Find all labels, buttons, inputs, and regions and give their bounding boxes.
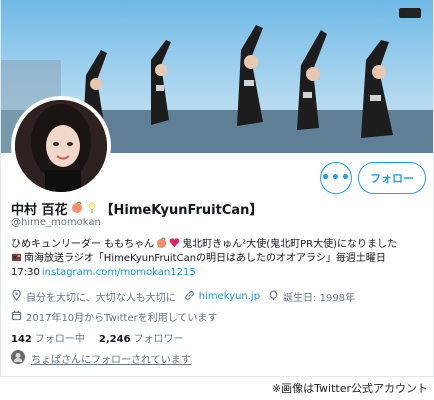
follower-avatar-icon [11,350,25,367]
heart-emoji [169,237,180,253]
bio-text-1: ひめキュンリーダー ももちゃん [11,239,155,250]
location-text: 自分を大切に、大切な人も大切に [26,292,176,304]
following-count: 142 [11,334,32,345]
more-options-button[interactable]: ••• [320,162,352,194]
profile-meta: 自分を大切に、大切な人も大切に himekyun.jp 誕生日: 1998年 2… [11,288,355,328]
profile-avatar[interactable] [11,96,111,196]
profile-handle: @hime_momokan [11,217,101,228]
peach-emoji [71,200,83,217]
link-icon [184,290,195,302]
followed-by-text: ちょぱさんにフォローされています [31,355,191,366]
profile-card: ••• フォロー 中村 百花 【HimeKyunFruitCan】 @hime_… [0,0,434,377]
balloon-icon [268,290,279,302]
website-link[interactable]: himekyun.jp [199,291,260,302]
calendar-icon [11,310,22,322]
following-link[interactable]: 142 フォロー中 [11,330,85,345]
profile-bio: ひめキュンリーダー ももちゃん 鬼北町きゅん²大使(鬼北町PR大使)になりました… [11,237,431,280]
radio-emoji [11,251,22,267]
display-name: 中村 百花 [11,203,68,218]
follow-stats: 142 フォロー中 2,246 フォロワー [11,330,184,345]
follow-button[interactable]: フォロー [358,162,426,194]
followers-count: 2,246 [98,334,131,345]
followers-link[interactable]: 2,246 フォロワー [99,330,184,345]
peach-emoji [156,237,167,253]
followed-by[interactable]: ちょぱさんにフォローされています [11,350,191,367]
instagram-link[interactable]: instagram.com/momokan1215 [42,266,196,280]
group-tag: 【HimeKyunFruitCan】 [100,203,263,218]
more-icon: ••• [321,170,351,186]
profile-name: 中村 百花 【HimeKyunFruitCan】 [11,199,262,218]
bio-text-1b: 鬼北町きゅん²大使(鬼北町PR大使)になりました [182,239,397,250]
bio-time: 17:30 [11,267,40,278]
birthday-text: 誕生日: 1998年 [283,292,356,304]
location-icon [11,290,22,302]
flower-emoji [86,201,98,217]
image-credit: ※画像はTwitter公式アカウント [271,382,428,395]
joined-text: 2017年10月からTwitterを利用しています [26,312,218,324]
following-label: フォロー中 [34,334,85,345]
bio-text-2: 南海放送ラジオ「HimeKyunFruitCanの明日はあしたのオオアラシ」毎週… [24,253,386,264]
followers-label: フォロワー [133,334,184,345]
